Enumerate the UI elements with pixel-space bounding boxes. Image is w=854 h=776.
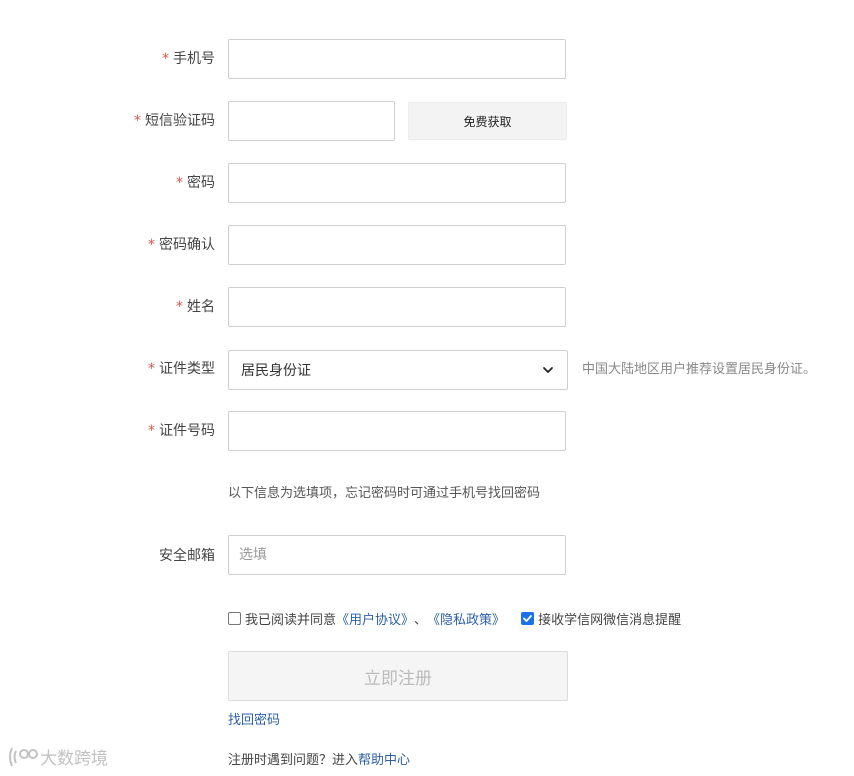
agreement-checkbox[interactable] <box>228 611 241 625</box>
email-label: 安全邮箱 <box>0 546 215 566</box>
watermark-text: 大数跨境 <box>40 749 108 769</box>
password-confirm-label: * 密码确认 <box>0 235 215 255</box>
name-label: * 姓名 <box>0 297 215 317</box>
required-mark: * <box>176 175 183 191</box>
phone-label: * 手机号 <box>0 49 215 69</box>
name-label-text: 姓名 <box>187 299 215 315</box>
get-sms-code-button[interactable]: 免费获取 <box>408 102 567 140</box>
password-confirm-input[interactable] <box>228 225 566 265</box>
help-center-link[interactable]: 帮助中心 <box>358 753 410 768</box>
phone-label-text: 手机号 <box>173 51 215 67</box>
required-mark: * <box>148 361 155 377</box>
password-label-text: 密码 <box>187 175 215 191</box>
password-input[interactable] <box>228 163 566 203</box>
required-mark: * <box>176 299 183 315</box>
required-mark: * <box>148 237 155 253</box>
optional-info-note: 以下信息为选填项，忘记密码时可通过手机号找回密码 <box>228 486 541 501</box>
watermark-logo-icon <box>9 747 38 766</box>
user-agreement-link[interactable]: 《用户协议》 <box>336 609 414 628</box>
required-mark: * <box>162 51 169 67</box>
password-confirm-label-text: 密码确认 <box>159 237 215 253</box>
agreement-text: 我已阅读并同意 <box>245 612 337 628</box>
password-label: * 密码 <box>0 173 215 193</box>
id-number-label: * 证件号码 <box>0 421 215 441</box>
email-input[interactable] <box>228 535 566 575</box>
id-type-select[interactable]: 居民身份证 <box>228 350 568 390</box>
help-row: 注册时遇到问题？进入帮助中心 <box>228 751 410 771</box>
id-type-selected-value: 居民身份证 <box>241 363 311 379</box>
privacy-policy-link[interactable]: 《隐私政策》 <box>427 609 505 628</box>
sms-code-label-text: 短信验证码 <box>145 113 215 129</box>
help-text: 注册时遇到问题？进入 <box>228 753 359 768</box>
sms-code-input[interactable] <box>228 101 395 141</box>
watermark: 大数跨境 <box>6 744 108 769</box>
sms-code-label: * 短信验证码 <box>0 111 215 131</box>
required-mark: * <box>134 113 141 129</box>
name-input[interactable] <box>228 287 566 327</box>
register-page: * 手机号 * 短信验证码 免费获取 * 密码 * 密码确认 * 姓名 * 证件类型 居民身… <box>0 0 854 776</box>
required-mark: * <box>148 423 155 439</box>
chevron-down-icon <box>541 363 555 377</box>
id-number-label-text: 证件号码 <box>159 423 215 439</box>
wechat-notify-checkbox[interactable] <box>521 611 535 625</box>
checkmark-icon <box>523 614 532 622</box>
wechat-notify-text: 接收学信网微信消息提醒 <box>538 612 682 628</box>
id-type-label-text: 证件类型 <box>159 361 215 377</box>
agreement-separator: 、 <box>414 612 428 628</box>
register-button[interactable]: 立即注册 <box>228 651 568 701</box>
forgot-password-link[interactable]: 找回密码 <box>228 711 280 731</box>
agreement-row: 我已阅读并同意 《用户协议》 、 《隐私政策》 接收学信网微信消息提醒 <box>228 608 681 628</box>
email-label-text: 安全邮箱 <box>159 548 215 564</box>
id-number-input[interactable] <box>228 411 566 451</box>
phone-input[interactable] <box>228 39 566 79</box>
id-type-label: * 证件类型 <box>0 359 215 379</box>
id-type-hint: 中国大陆地区用户推荐设置居民身份证。 <box>582 362 817 377</box>
